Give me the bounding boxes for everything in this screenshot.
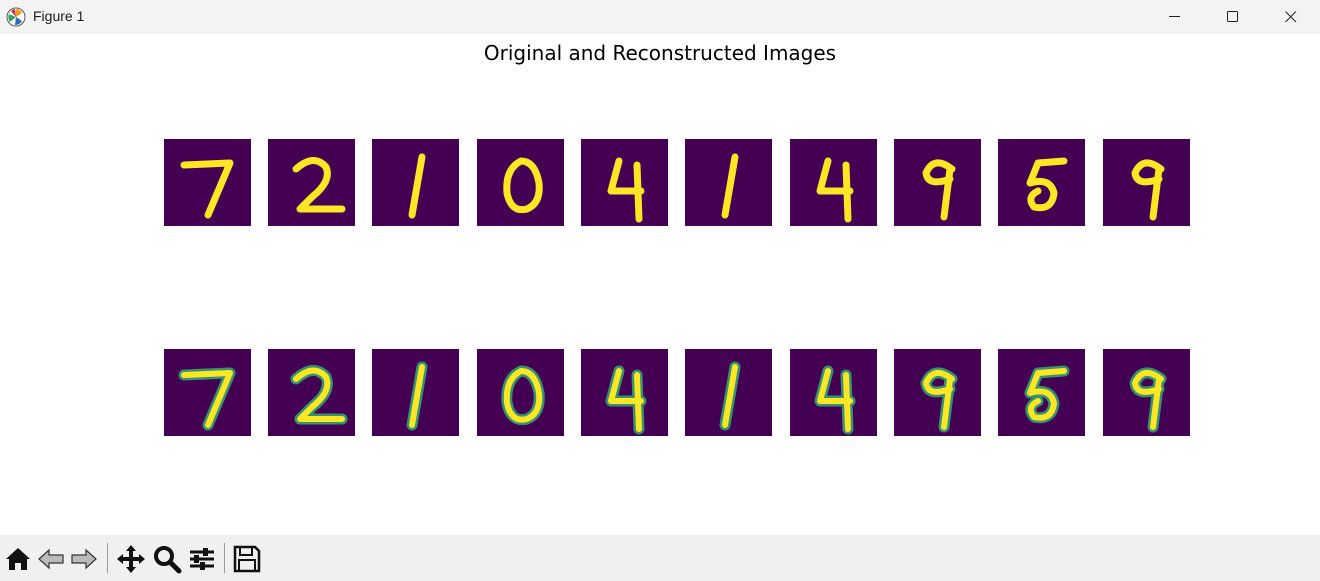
reconstructed-digit-image	[164, 349, 251, 436]
configure-subplots-icon	[190, 548, 214, 570]
original-digit-image	[477, 139, 564, 226]
reconstructed-digit-image	[894, 349, 981, 436]
original-digit-image	[790, 139, 877, 226]
figure-canvas[interactable]: Original and Reconstructed Images	[0, 34, 1320, 535]
window-titlebar: Figure 1	[0, 0, 1320, 34]
minimize-button[interactable]	[1146, 0, 1204, 34]
reconstructed-digit-image	[685, 349, 772, 436]
reconstructed-digit-image	[477, 349, 564, 436]
reconstructed-digit-image	[1103, 349, 1190, 436]
original-digit-image	[164, 139, 251, 226]
original-digit-image	[1103, 139, 1190, 226]
toolbar-separator	[224, 543, 225, 573]
close-icon	[1285, 11, 1297, 23]
original-digit-image	[685, 139, 772, 226]
reconstructed-digit-image	[998, 349, 1085, 436]
toolbar-separator	[107, 543, 108, 573]
minimize-icon	[1169, 16, 1180, 17]
original-digit-image	[268, 139, 355, 226]
reconstructed-digit-image	[372, 349, 459, 436]
forward-button[interactable]	[69, 544, 99, 574]
forward-arrow-icon	[71, 548, 97, 570]
matplotlib-app-icon	[6, 7, 26, 27]
zoom-icon	[154, 546, 182, 574]
original-digit-image	[894, 139, 981, 226]
home-icon	[6, 548, 30, 570]
configure-subplots-button[interactable]	[187, 544, 217, 574]
save-button[interactable]	[232, 544, 262, 574]
save-icon	[233, 545, 261, 573]
zoom-button[interactable]	[152, 544, 182, 574]
maximize-button[interactable]	[1204, 0, 1262, 34]
reconstructed-digit-image	[581, 349, 668, 436]
figure-suptitle: Original and Reconstructed Images	[483, 41, 837, 65]
original-digit-image	[372, 139, 459, 226]
close-button[interactable]	[1262, 0, 1320, 34]
home-button[interactable]	[3, 544, 33, 574]
pan-move-icon	[117, 545, 145, 573]
original-digit-image	[581, 139, 668, 226]
navigation-toolbar	[0, 535, 1320, 581]
maximize-icon	[1227, 11, 1238, 22]
original-digit-image	[998, 139, 1085, 226]
reconstructed-digit-image	[268, 349, 355, 436]
window-title: Figure 1	[33, 8, 85, 24]
back-button[interactable]	[36, 544, 66, 574]
pan-button[interactable]	[116, 544, 146, 574]
back-arrow-icon	[38, 548, 64, 570]
reconstructed-digit-image	[790, 349, 877, 436]
